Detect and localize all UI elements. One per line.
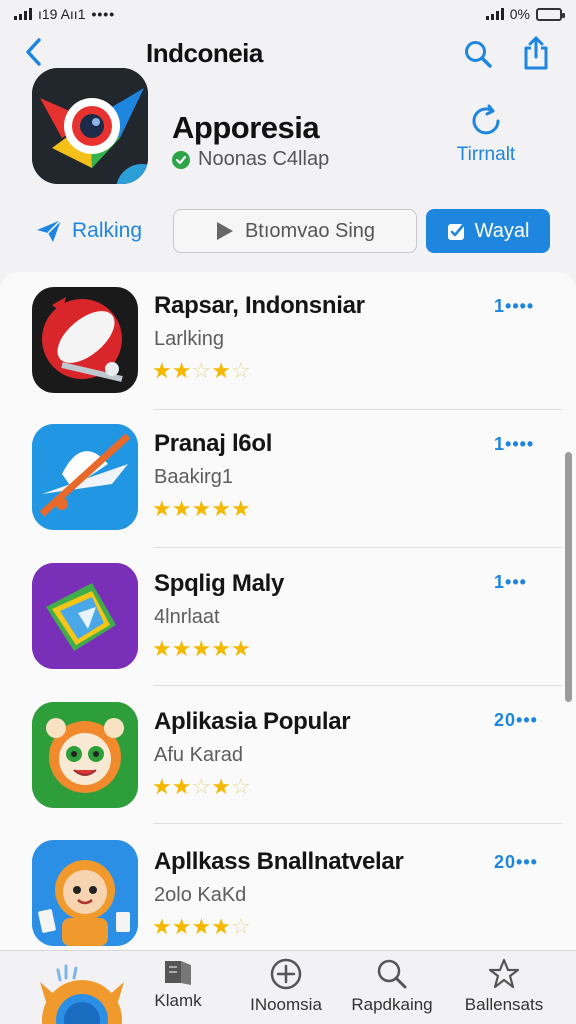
status-dots: ••••	[91, 6, 116, 22]
browse-label: Btıomvao Sing	[244, 219, 376, 242]
app-title: Spqlig Maly	[154, 570, 285, 597]
refresh-label: Tirrnalt	[456, 144, 516, 165]
page-title: Indconeia	[146, 38, 263, 68]
paper-plane-icon	[37, 219, 62, 242]
ranking-link[interactable]: Ralking	[36, 212, 142, 250]
battery-percent: 0%	[509, 6, 530, 22]
star-icon	[488, 958, 520, 989]
status-bar: ı19 Aıı1 •••• 0%	[0, 0, 576, 28]
app-list: Rapsar, Indonsniar Larlking ★★☆★☆ 1•••• …	[0, 272, 576, 952]
hero-app-icon[interactable]	[32, 68, 148, 184]
app-rank: 20•••	[494, 710, 538, 730]
app-rank: 1•••	[494, 572, 527, 592]
checkbox-icon	[447, 221, 466, 240]
signal-icon	[14, 8, 32, 20]
tab-label: Ballensats	[464, 995, 544, 1014]
star-rating: ★★★★☆	[152, 914, 251, 939]
app-icon-plane	[32, 287, 138, 393]
scrollbar-thumb[interactable]	[565, 452, 572, 702]
list-item[interactable]: Apllkass Bnallnatvelar 2olo KaKd ★★★★☆ 2…	[0, 824, 576, 952]
app-subtitle: Baakirg1	[154, 466, 233, 488]
app-title: Pranaj l6ol	[154, 430, 273, 457]
app-subtitle: Afu Karad	[154, 744, 243, 766]
share-icon	[524, 36, 548, 70]
app-title: Rapsar, Indonsniar	[154, 292, 365, 319]
list-item[interactable]: Spqlig Maly 4lnrlaat ★★★★★ 1•••	[0, 548, 576, 686]
tab-label: INoomsia	[250, 995, 322, 1014]
hero-app-subtitle: Noonas C4llap	[172, 148, 329, 171]
play-icon	[216, 222, 233, 240]
app-rank: 1••••	[494, 296, 535, 316]
app-icon-paper-plane	[32, 424, 138, 530]
app-title: Apllkass Bnallnatvelar	[154, 848, 404, 875]
list-item[interactable]: Rapsar, Indonsniar Larlking ★★☆★☆ 1••••	[0, 272, 576, 410]
search-icon	[465, 41, 492, 68]
app-rank: 20•••	[494, 852, 538, 872]
status-right: 0%	[485, 6, 565, 22]
chevron-left-icon	[26, 38, 41, 66]
cellular-icon	[485, 8, 504, 20]
tab-klamk[interactable]: Klamk	[123, 957, 233, 1023]
star-rating: ★★☆★☆	[152, 774, 251, 799]
tab-inoomsia[interactable]: INoomsia	[231, 957, 341, 1023]
book-icon	[165, 961, 191, 985]
app-icon-diamond	[32, 563, 138, 669]
back-button[interactable]	[18, 36, 50, 68]
refresh-icon	[472, 104, 500, 135]
refresh-button[interactable]: Tirrnalt	[448, 104, 524, 180]
battery-icon	[536, 7, 565, 21]
status-left: ı19 Aıı1 ••••	[14, 6, 115, 22]
wayal-button[interactable]: Wayal	[426, 209, 550, 253]
search-icon	[377, 959, 407, 989]
tab-ballensats[interactable]: Ballensats	[449, 957, 559, 1023]
app-rank: 1••••	[494, 434, 535, 454]
app-subtitle: 2olo KaKd	[154, 884, 247, 906]
tab-rapdkaing[interactable]: Rapdkaing	[337, 957, 447, 1023]
camera-lens-icon	[32, 68, 148, 184]
tab-label: Rapdkaing	[351, 995, 433, 1014]
list-item[interactable]: Aplikasia Popular Afu Karad ★★☆★☆ 20•••	[0, 686, 576, 824]
verified-check-icon	[172, 150, 190, 169]
star-rating: ★★☆★☆	[152, 358, 251, 383]
app-subtitle: 4lnrlaat	[154, 606, 220, 628]
app-icon-face	[32, 702, 138, 808]
ranking-label: Ralking	[72, 219, 143, 242]
tab-home[interactable]	[36, 962, 128, 1024]
status-carrier: ı19 Aıı1	[38, 6, 86, 22]
list-item[interactable]: Pranaj l6ol Baakirg1 ★★★★★ 1••••	[0, 410, 576, 548]
share-button[interactable]	[518, 34, 554, 72]
star-rating: ★★★★★	[152, 636, 251, 661]
hero-subtitle-text: Noonas C4llap	[198, 148, 330, 170]
app-subtitle: Larlking	[154, 328, 225, 350]
plus-circle-icon	[270, 958, 302, 990]
search-button[interactable]	[460, 36, 496, 72]
wayal-label: Wayal	[474, 219, 530, 242]
browse-button[interactable]: Btıomvao Sing	[173, 209, 417, 253]
tab-label: Klamk	[154, 991, 202, 1010]
hero-app-name: Apporesia	[172, 110, 320, 145]
home-mascot-icon	[40, 964, 124, 1024]
app-icon-character	[32, 840, 138, 946]
app-title: Aplikasia Popular	[154, 708, 351, 735]
star-rating: ★★★★★	[152, 496, 251, 521]
